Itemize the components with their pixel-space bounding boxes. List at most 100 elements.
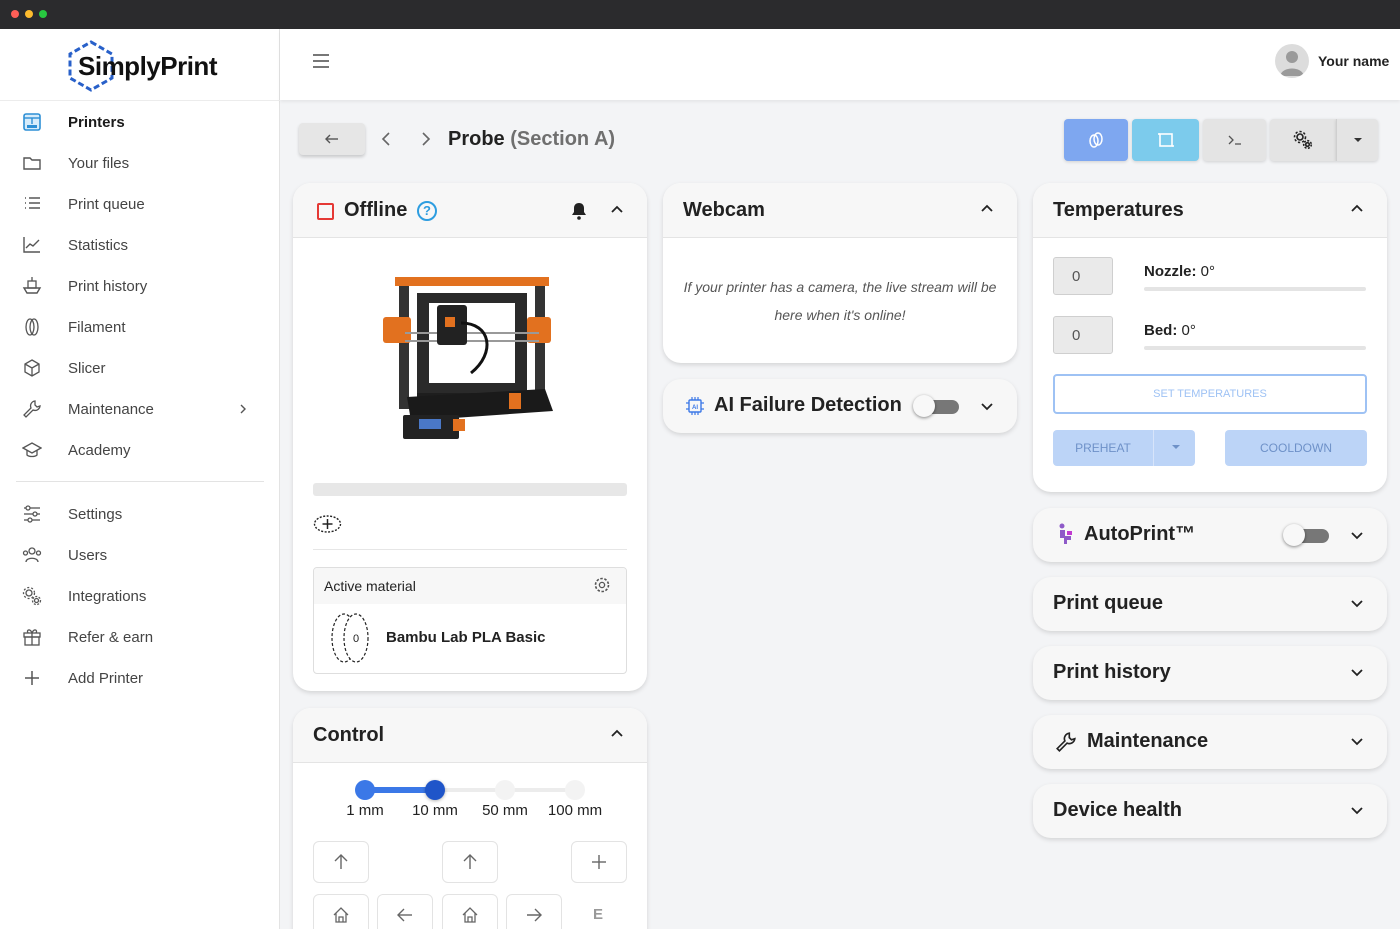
active-material-header: Active material [314, 568, 626, 604]
autoprint-toggle[interactable] [1283, 524, 1329, 546]
logo[interactable]: SimplyPrint [64, 39, 217, 93]
nozzle-temp-input[interactable]: 0 [1053, 257, 1113, 295]
arrow-right-icon [527, 908, 542, 922]
sidebar-item-your-files[interactable]: Your files [0, 145, 280, 181]
set-temperatures-button[interactable]: SET TEMPERATURES [1053, 374, 1367, 414]
device-health-panel[interactable]: Device health [1033, 784, 1387, 838]
step-label[interactable]: 50 mm [470, 802, 540, 819]
terminal-button[interactable] [1203, 119, 1266, 161]
plus-icon [592, 855, 606, 869]
sidebar-item-printers[interactable]: Printers [0, 104, 280, 140]
maximize-window-button[interactable] [39, 10, 47, 18]
hamburger-menu-icon[interactable] [312, 53, 330, 69]
card-header: Webcam [663, 183, 1017, 238]
chevron-down-icon[interactable] [1349, 802, 1365, 818]
chevron-down-icon[interactable] [1349, 664, 1365, 680]
user-name[interactable]: Your name [1318, 53, 1389, 69]
extrude-button[interactable] [571, 841, 627, 883]
card-title: Webcam [683, 199, 765, 221]
printer-icon [23, 113, 41, 131]
chevron-down-icon[interactable] [979, 398, 995, 414]
cooldown-button[interactable]: COOLDOWN [1225, 430, 1367, 466]
move-x-right-button[interactable] [506, 894, 562, 929]
avatar[interactable] [1275, 44, 1309, 78]
next-printer-button[interactable] [415, 128, 437, 150]
step-slider-stop[interactable] [565, 780, 585, 800]
arrow-up-icon [463, 854, 477, 869]
sidebar-item-label: Your files [68, 155, 130, 172]
bed-temp-input[interactable]: 0 [1053, 316, 1113, 354]
home-z-button[interactable] [313, 894, 369, 929]
frame-icon [1157, 133, 1174, 147]
sidebar-item-users[interactable]: Users [0, 537, 280, 573]
filament-action-button[interactable] [1064, 119, 1128, 161]
move-x-left-button[interactable] [377, 894, 433, 929]
add-tag-icon[interactable] [313, 514, 342, 534]
filament-spool-icon: 0 [331, 613, 369, 663]
move-z-up-button[interactable] [313, 841, 369, 883]
wrench-icon [1056, 732, 1076, 752]
sidebar-item-label: Maintenance [68, 401, 154, 418]
step-label[interactable]: 1 mm [330, 802, 400, 819]
sidebar-item-add-printer[interactable]: Add Printer [0, 660, 280, 696]
sidebar-item-label: Printers [68, 114, 125, 131]
step-slider-stop[interactable] [355, 780, 375, 800]
sidebar-item-label: Refer & earn [68, 629, 154, 646]
gear-icon[interactable] [593, 576, 611, 594]
preheat-button[interactable]: PREHEAT [1053, 430, 1153, 466]
sidebar-item-academy[interactable]: Academy [0, 432, 280, 468]
printer-status-card: Offline ? Active material 0 Bambu Lab PL… [293, 183, 647, 691]
sidebar-item-refer-earn[interactable]: Refer & earn [0, 619, 280, 655]
gift-icon [23, 629, 41, 646]
more-options-dropdown[interactable] [1336, 119, 1378, 161]
material-name: Bambu Lab PLA Basic [386, 629, 546, 646]
chevron-down-icon[interactable] [1349, 733, 1365, 749]
previous-printer-button[interactable] [376, 128, 398, 150]
bed-label: Bed: [1144, 322, 1178, 339]
home-xy-button[interactable] [442, 894, 498, 929]
print-history-panel[interactable]: Print history [1033, 646, 1387, 700]
step-label[interactable]: 10 mm [400, 802, 470, 819]
sidebar-item-slicer[interactable]: Slicer [0, 350, 280, 386]
sidebar-item-print-history[interactable]: Print history [0, 268, 280, 304]
users-icon [22, 547, 42, 563]
nozzle-label: Nozzle: [1144, 263, 1197, 280]
bed-temp-label: Bed: 0° [1144, 322, 1196, 339]
sidebar-item-label: Slicer [68, 360, 106, 377]
sidebar-item-integrations[interactable]: Integrations [0, 578, 280, 614]
printer-settings-button[interactable] [1270, 119, 1336, 161]
preheat-dropdown[interactable] [1153, 430, 1195, 466]
divider [313, 549, 627, 550]
chevron-up-icon[interactable] [1349, 201, 1365, 217]
close-window-button[interactable] [11, 10, 19, 18]
webcam-placeholder-message: If your printer has a camera, the live s… [683, 279, 997, 323]
fullscreen-button[interactable] [1132, 119, 1199, 161]
chevron-up-icon[interactable] [979, 201, 995, 217]
sidebar-item-print-queue[interactable]: Print queue [0, 186, 280, 222]
active-material-panel: Active material 0 Bambu Lab PLA Basic [313, 567, 627, 674]
sidebar-item-settings[interactable]: Settings [0, 496, 280, 532]
chevron-up-icon[interactable] [609, 202, 625, 218]
minimize-window-button[interactable] [25, 10, 33, 18]
chevron-right-icon [240, 404, 246, 414]
sidebar-item-statistics[interactable]: Statistics [0, 227, 280, 263]
sidebar-item-maintenance[interactable]: Maintenance [0, 391, 280, 427]
step-label[interactable]: 100 mm [540, 802, 610, 819]
print-queue-panel[interactable]: Print queue [1033, 577, 1387, 631]
move-y-up-button[interactable] [442, 841, 498, 883]
chevron-up-icon[interactable] [609, 726, 625, 742]
boat-icon [22, 277, 42, 294]
autoprint-panel[interactable]: AutoPrint™ [1033, 508, 1387, 562]
ai-failure-toggle[interactable] [913, 395, 959, 417]
chevron-down-icon[interactable] [1349, 595, 1365, 611]
sidebar-item-label: Statistics [68, 237, 129, 254]
step-slider-stop[interactable] [495, 780, 515, 800]
maintenance-panel[interactable]: Maintenance [1033, 715, 1387, 769]
sidebar-item-filament[interactable]: Filament [0, 309, 280, 345]
ai-failure-detection-panel[interactable]: AI AI Failure Detection [663, 379, 1017, 433]
step-slider-handle[interactable] [425, 780, 445, 800]
chevron-down-icon[interactable] [1349, 527, 1365, 543]
back-button[interactable] [299, 123, 365, 155]
help-icon[interactable]: ? [417, 201, 437, 221]
bell-icon[interactable] [570, 202, 588, 220]
